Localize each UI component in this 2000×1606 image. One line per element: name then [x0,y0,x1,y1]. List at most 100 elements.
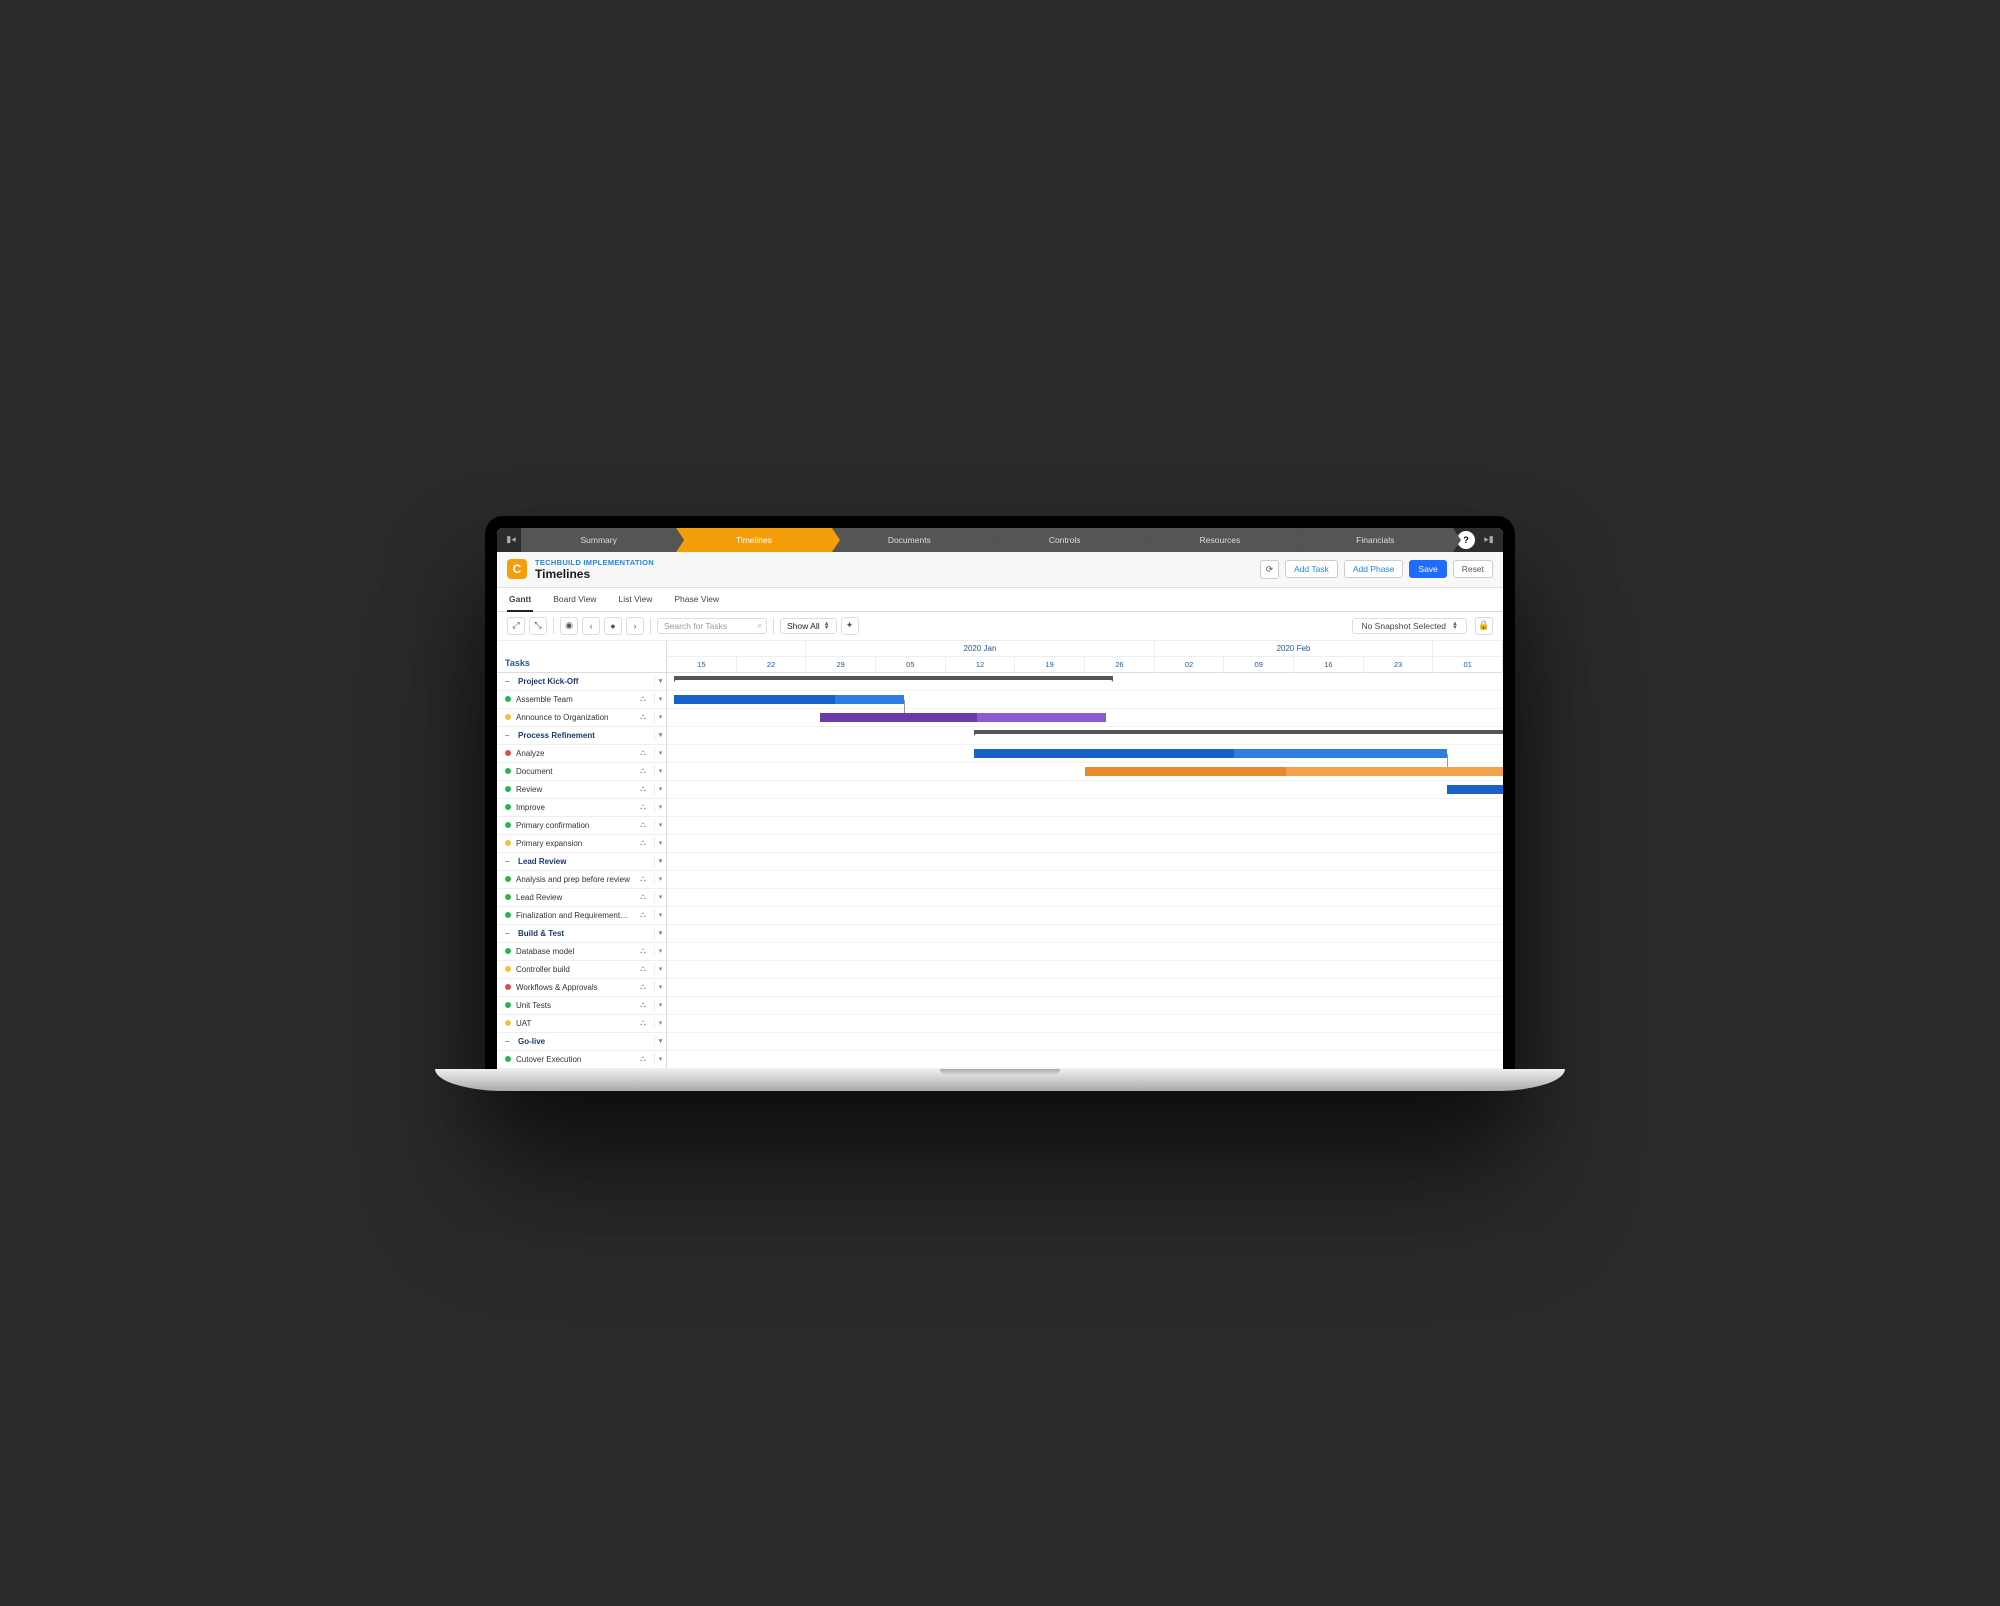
filter-select[interactable]: Show All▲▼ [780,618,837,634]
row-menu-icon[interactable]: ▾ [654,693,666,705]
collapse-icon[interactable]: ⤡ [529,617,547,635]
gantt-bar[interactable] [820,713,1106,722]
assignee-icon[interactable]: ⛬ [637,963,649,975]
row-menu-icon[interactable]: ▾ [654,711,666,723]
row-menu-icon[interactable]: ▾ [654,891,666,903]
today-icon[interactable]: ● [604,617,622,635]
task-row[interactable]: Unit Tests⛬▾ [497,997,666,1015]
view-tab-board-view[interactable]: Board View [551,588,598,611]
assignee-icon[interactable]: ⛬ [637,873,649,885]
assignee-icon[interactable]: ⛬ [637,837,649,849]
row-menu-icon[interactable]: ▾ [654,837,666,849]
task-row[interactable]: Primary expansion⛬▾ [497,835,666,853]
task-row[interactable]: Cutover Execution⛬▾ [497,1051,666,1069]
nav-tab-controls[interactable]: Controls [987,528,1142,552]
gantt-bar[interactable] [974,749,1448,758]
assignee-icon[interactable]: ⛬ [637,747,649,759]
row-menu-icon[interactable]: ▾ [654,1017,666,1029]
view-tab-gantt[interactable]: Gantt [507,588,533,612]
task-row[interactable]: Announce to Organization⛬▾ [497,709,666,727]
assignee-icon[interactable]: ⛬ [637,981,649,993]
search-input[interactable]: Search for Tasks [657,618,767,634]
assignee-icon[interactable]: ⛬ [637,999,649,1011]
nav-tab-timelines[interactable]: Timelines [676,528,831,552]
assignee-icon[interactable]: ⛬ [637,945,649,957]
row-menu-icon[interactable]: ▾ [654,675,666,687]
task-row[interactable]: Workflows & Approvals⛬▾ [497,979,666,997]
row-menu-icon[interactable]: ▾ [654,1035,666,1047]
row-menu-icon[interactable]: ▾ [654,801,666,813]
task-row[interactable]: Review⛬▾ [497,781,666,799]
task-row[interactable]: Primary confirmation⛬▾ [497,817,666,835]
task-group[interactable]: –Project Kick-Off▾ [497,673,666,691]
nav-tab-summary[interactable]: Summary [521,528,676,552]
task-group[interactable]: –Go-live▾ [497,1033,666,1051]
task-group[interactable]: –Build & Test▾ [497,925,666,943]
row-menu-icon[interactable]: ▾ [654,981,666,993]
add-phase-button[interactable]: Add Phase [1344,560,1404,578]
nav-tab-resources[interactable]: Resources [1142,528,1297,552]
collapse-icon[interactable]: – [505,929,513,938]
view-tab-list-view[interactable]: List View [617,588,655,611]
task-row[interactable]: Controller build⛬▾ [497,961,666,979]
assignee-icon[interactable]: ⛬ [637,909,649,921]
task-row[interactable]: Improve⛬▾ [497,799,666,817]
gantt-bar[interactable] [674,695,904,704]
reset-button[interactable]: Reset [1453,560,1493,578]
task-row[interactable]: Finalization and Requirements refine…⛬▾ [497,907,666,925]
task-row[interactable]: Assemble Team⛬▾ [497,691,666,709]
task-row[interactable]: Document⛬▾ [497,763,666,781]
task-row[interactable]: Analysis and prep before review⛬▾ [497,871,666,889]
collapse-icon[interactable]: – [505,857,513,866]
snapshot-select[interactable]: No Snapshot Selected▲▼ [1352,618,1467,634]
prev-button[interactable]: ‹ [582,617,600,635]
row-menu-icon[interactable]: ▾ [654,999,666,1011]
refresh-button[interactable]: ⟳ [1260,560,1279,579]
assignee-icon[interactable]: ⛬ [637,765,649,777]
sidebar-toggle-left-icon[interactable]: ▮◂ [501,530,521,550]
assignee-icon[interactable]: ⛬ [637,783,649,795]
save-button[interactable]: Save [1409,560,1446,578]
row-menu-icon[interactable]: ▾ [654,747,666,759]
row-menu-icon[interactable]: ▾ [654,855,666,867]
filter-icon[interactable]: ✦ [841,617,859,635]
assignee-icon[interactable]: ⛬ [637,693,649,705]
assignee-icon[interactable]: ⛬ [637,891,649,903]
row-menu-icon[interactable]: ▾ [654,765,666,777]
eye-icon[interactable]: ◉ [560,617,578,635]
row-menu-icon[interactable]: ▾ [654,909,666,921]
row-menu-icon[interactable]: ▾ [654,819,666,831]
lock-icon[interactable]: 🔒 [1475,617,1493,635]
assignee-icon[interactable]: ⛬ [637,1053,649,1065]
row-menu-icon[interactable]: ▾ [654,783,666,795]
row-menu-icon[interactable]: ▾ [654,945,666,957]
row-menu-icon[interactable]: ▾ [654,1053,666,1065]
task-list-header: Tasks [497,641,666,673]
task-group[interactable]: –Lead Review▾ [497,853,666,871]
gantt-bar[interactable] [1447,785,1503,794]
next-button[interactable]: › [626,617,644,635]
sidebar-toggle-right-icon[interactable]: ▸▮ [1479,530,1499,550]
assignee-icon[interactable]: ⛬ [637,711,649,723]
assignee-icon[interactable]: ⛬ [637,819,649,831]
add-task-button[interactable]: Add Task [1285,560,1338,578]
nav-tab-documents[interactable]: Documents [832,528,987,552]
expand-icon[interactable]: ⤢ [507,617,525,635]
row-menu-icon[interactable]: ▾ [654,873,666,885]
collapse-icon[interactable]: – [505,1037,513,1046]
assignee-icon[interactable]: ⛬ [637,801,649,813]
row-menu-icon[interactable]: ▾ [654,729,666,741]
task-row[interactable]: Database model⛬▾ [497,943,666,961]
collapse-icon[interactable]: – [505,731,513,740]
task-row[interactable]: Lead Review⛬▾ [497,889,666,907]
task-row[interactable]: UAT⛬▾ [497,1015,666,1033]
gantt-bar[interactable] [1085,767,1503,776]
task-row[interactable]: Analyze⛬▾ [497,745,666,763]
nav-tab-financials[interactable]: Financials [1298,528,1453,552]
view-tab-phase-view[interactable]: Phase View [672,588,721,611]
row-menu-icon[interactable]: ▾ [654,927,666,939]
collapse-icon[interactable]: – [505,677,513,686]
row-menu-icon[interactable]: ▾ [654,963,666,975]
assignee-icon[interactable]: ⛬ [637,1017,649,1029]
task-group[interactable]: –Process Refinement▾ [497,727,666,745]
